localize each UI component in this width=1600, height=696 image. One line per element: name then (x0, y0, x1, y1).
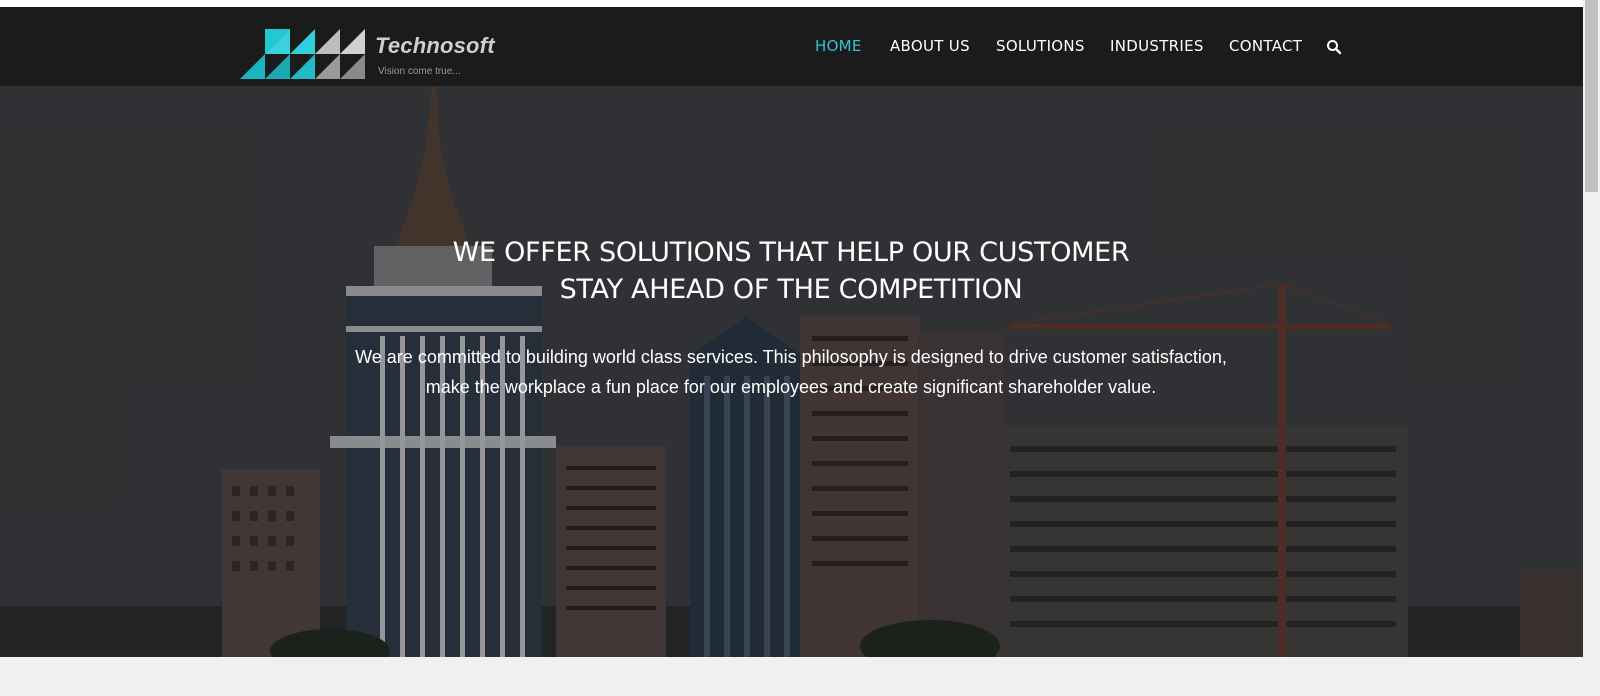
search-icon (1327, 40, 1342, 55)
hero-description-line-1: We are committed to building world class… (355, 347, 1227, 367)
hero-description-line-2: make the workplace a fun place for our e… (425, 377, 1157, 397)
hero-title-line-2: STAY AHEAD OF THE COMPETITION (559, 274, 1023, 305)
nav-item-industries[interactable]: INDUSTRIES (1110, 37, 1204, 55)
scrollbar-thumb[interactable] (1585, 0, 1598, 192)
hero-description: We are committed to building world class… (291, 342, 1291, 402)
nav-item-solutions[interactable]: SOLUTIONS (996, 37, 1085, 55)
nav-item-about-us[interactable]: ABOUT US (890, 37, 970, 55)
nav-item-home[interactable]: HOME (815, 37, 862, 55)
search-button[interactable] (1326, 39, 1342, 55)
hero-title: WE OFFER SOLUTIONS THAT HELP OUR CUSTOME… (291, 234, 1291, 308)
hero-banner: WE OFFER SOLUTIONS THAT HELP OUR CUSTOME… (0, 86, 1583, 657)
hero-title-line-1: WE OFFER SOLUTIONS THAT HELP OUR CUSTOME… (452, 237, 1130, 268)
nav-item-contact[interactable]: CONTACT (1229, 37, 1302, 55)
top-strip (0, 0, 1583, 7)
main-nav: HOME ABOUT US SOLUTIONS INDUSTRIES CONTA… (0, 7, 1583, 86)
